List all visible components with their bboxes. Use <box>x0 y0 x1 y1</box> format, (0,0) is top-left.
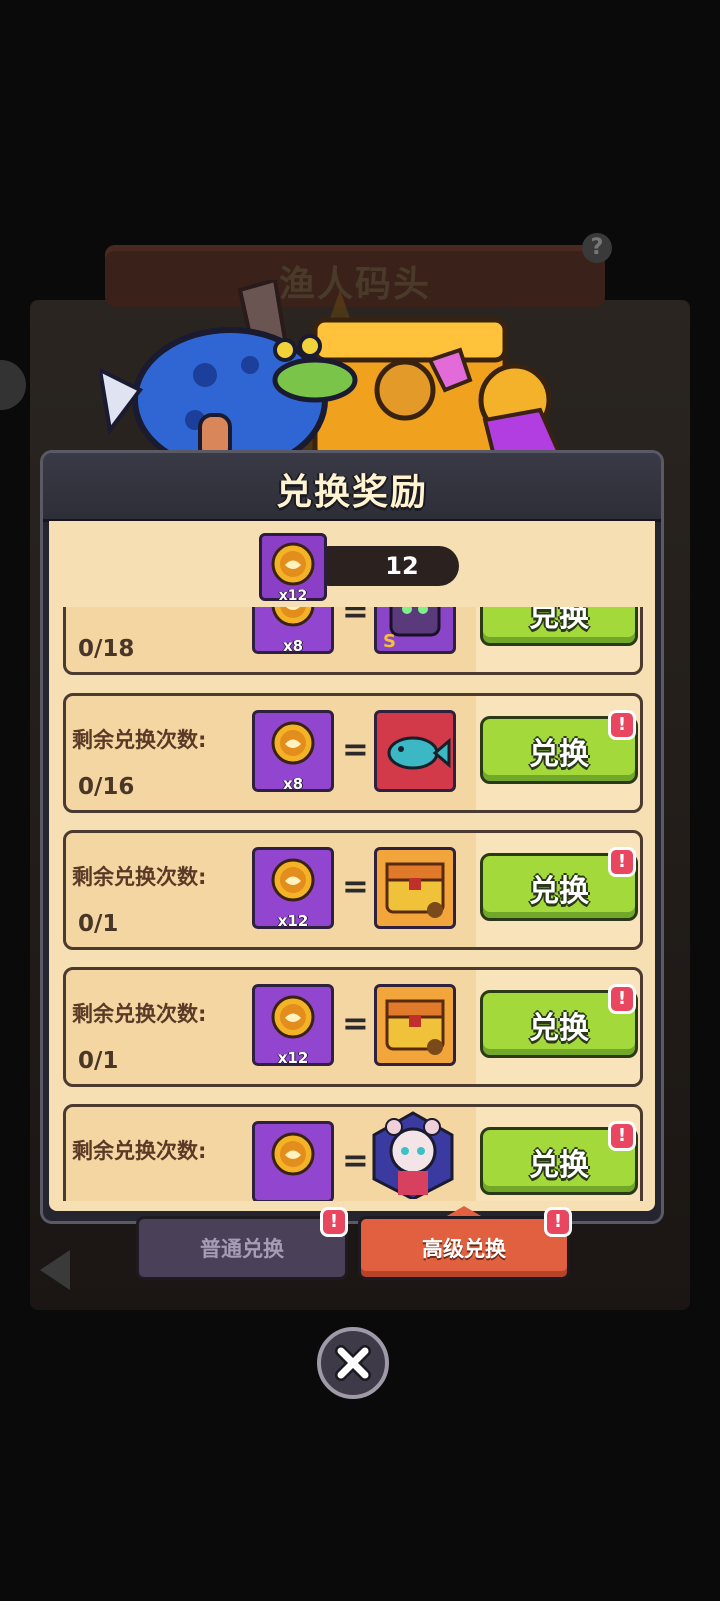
alert-badge-icon: ! <box>544 1207 572 1237</box>
dialog-title: 兑换奖励 <box>275 472 428 513</box>
exchange-button-label: 兑换 <box>529 607 589 634</box>
tab-advanced-label: 高级兑换 <box>422 1237 506 1261</box>
row-cost-token: x8 <box>252 607 334 655</box>
row-remaining-label: 剩余兑换次数: <box>72 728 207 752</box>
alert-badge-icon: ! <box>320 1207 348 1237</box>
treasure-fish-art <box>100 280 563 460</box>
blue-fish-icon <box>387 736 451 770</box>
close-button[interactable] <box>317 1327 389 1399</box>
fish-coin-icon <box>271 607 315 627</box>
exchange-row: 剩余兑换次数: 0/1 x12 = 兑换 ! <box>63 967 643 1087</box>
exchange-list[interactable]: 0/18 x8 = S 兑换 剩余兑换次数: 0/16 x8 = 兑换 ! 剩余… <box>49 607 655 1201</box>
exchange-row: 剩余兑换次数: 0/1 x12 = 兑换 ! <box>63 830 643 950</box>
currency-token-qty: x12 <box>278 588 308 604</box>
reward-chest-2 <box>374 984 456 1066</box>
currency-counter: 12 <box>309 546 459 586</box>
row-remaining-count: 0/1 <box>78 911 119 937</box>
equals-sign: = <box>342 1004 369 1042</box>
equals-sign: = <box>342 867 369 905</box>
row-cost-token: x12 <box>252 984 334 1067</box>
row-remaining-count: 0/1 <box>78 1048 119 1074</box>
equals-sign: = <box>342 607 369 630</box>
fish-coin-icon <box>271 995 315 1039</box>
exchange-dialog: 兑换奖励 x12 12 0/18 x8 = S 兑换 剩余兑换次数: 0/16 … <box>40 450 664 1224</box>
exchange-row: 剩余兑换次数: 0/16 x8 = 兑换 ! <box>63 693 643 813</box>
fish-coin-icon <box>271 542 315 586</box>
row-remaining-count: 0/18 <box>78 636 135 662</box>
gold-chest-icon <box>385 999 445 1055</box>
row-remaining-label: 剩余兑换次数: <box>72 1139 207 1163</box>
alert-badge-icon: ! <box>608 984 636 1014</box>
alert-badge-icon: ! <box>608 847 636 877</box>
tab-advanced-exchange[interactable]: 高级兑换 <box>358 1216 570 1280</box>
row-cost-qty: x8 <box>282 637 304 655</box>
row-remaining-label: 剩余兑换次数: <box>72 1002 207 1026</box>
character-girl-icon <box>372 1111 454 1199</box>
reward-fish <box>374 710 456 792</box>
close-icon <box>335 1345 371 1381</box>
dialog-body: x12 12 0/18 x8 = S 兑换 剩余兑换次数: 0/16 x8 = … <box>49 521 655 1211</box>
exchange-row: 剩余兑换次数: = 兑换 ! <box>63 1104 643 1201</box>
reward-creature-card: S <box>374 607 456 654</box>
row-cost-token <box>252 1121 334 1201</box>
reward-character <box>372 1111 456 1201</box>
row-cost-token: x12 <box>252 847 334 930</box>
row-remaining-count: 0/16 <box>78 774 135 800</box>
exchange-button[interactable]: 兑换 <box>480 607 638 646</box>
fish-coin-icon <box>271 721 315 765</box>
currency-count: 12 <box>385 552 419 580</box>
row-cost-qty: x8 <box>282 775 304 793</box>
currency-token: x12 <box>259 533 327 604</box>
alert-badge-icon: ! <box>608 710 636 740</box>
exchange-row: 0/18 x8 = S 兑换 <box>63 607 643 675</box>
tab-normal-label: 普通兑换 <box>200 1237 284 1261</box>
gold-chest-icon <box>385 862 445 918</box>
row-cost-qty: x12 <box>277 1049 309 1067</box>
fish-coin-icon <box>271 1132 315 1176</box>
reward-chest-1 <box>374 847 456 929</box>
side-chat-button[interactable] <box>0 360 26 410</box>
dialog-header: 兑换奖励 <box>43 453 661 522</box>
row-remaining-label: 剩余兑换次数: <box>72 865 207 889</box>
equals-sign: = <box>342 1141 369 1179</box>
help-icon[interactable]: ? <box>582 233 612 263</box>
row-cost-token: x8 <box>252 710 334 793</box>
equals-sign: = <box>342 730 369 768</box>
svg-text:S: S <box>383 631 396 651</box>
row-cost-qty: x12 <box>277 912 309 930</box>
fish-coin-icon <box>271 858 315 902</box>
left-arrow-icon[interactable] <box>40 1250 70 1290</box>
tab-normal-exchange[interactable]: 普通兑换 <box>136 1216 348 1280</box>
alert-badge-icon: ! <box>608 1121 636 1151</box>
purple-creature-icon: S <box>383 607 441 652</box>
